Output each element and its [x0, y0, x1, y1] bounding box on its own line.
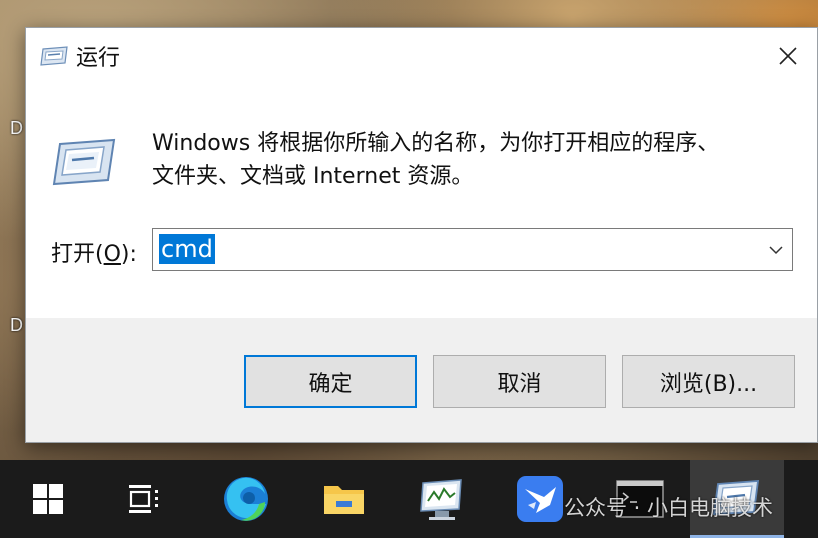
open-label: 打开(O):	[51, 236, 137, 268]
description-line: Windows 将根据你所输入的名称，为你打开相应的程序、	[152, 131, 720, 156]
dialog-description: Windows 将根据你所输入的名称，为你打开相应的程序、 文件夹、文档或 In…	[152, 127, 792, 193]
system-monitor-button[interactable]	[412, 460, 472, 538]
close-icon	[779, 47, 797, 65]
watermark-text: 公众号 · 小白电脑技术	[564, 496, 774, 520]
open-label-suffix: ):	[120, 242, 137, 267]
title-bar[interactable]: 运行	[26, 28, 817, 84]
open-combobox[interactable]: cmd	[152, 228, 793, 271]
description-line: 文件夹、文档或 Internet 资源。	[152, 164, 474, 189]
folder-icon	[324, 486, 364, 514]
feishu-icon	[517, 476, 563, 522]
open-label-mnemonic: O	[103, 242, 121, 267]
run-icon	[40, 46, 68, 66]
desktop-icon-label[interactable]: D	[10, 118, 23, 139]
start-icon	[33, 484, 63, 514]
run-dialog: 运行 Windows 将根据你所输入的名称，为你打开相应的程序、 文件夹、文档或…	[25, 27, 818, 443]
task-view-button[interactable]	[116, 460, 172, 538]
chevron-down-icon[interactable]	[768, 242, 784, 258]
task-view-icon	[129, 485, 158, 513]
open-input[interactable]: cmd	[159, 234, 215, 264]
browse-button[interactable]: 浏览(B)...	[622, 355, 795, 408]
run-program-icon	[52, 138, 116, 186]
system-monitor-icon	[420, 479, 462, 520]
edge-icon	[224, 477, 268, 521]
cancel-button[interactable]: 取消	[433, 355, 606, 408]
close-button[interactable]	[759, 28, 817, 84]
desktop-icon-label[interactable]: D	[10, 315, 23, 336]
ok-button[interactable]: 确定	[244, 355, 417, 408]
start-button[interactable]	[20, 460, 76, 538]
feishu-button[interactable]	[510, 460, 570, 538]
open-label-prefix: 打开(	[51, 242, 104, 267]
dialog-content: Windows 将根据你所输入的名称，为你打开相应的程序、 文件夹、文档或 In…	[26, 84, 817, 318]
edge-button[interactable]	[216, 460, 276, 538]
dialog-title: 运行	[76, 46, 121, 71]
file-explorer-button[interactable]	[316, 460, 372, 538]
